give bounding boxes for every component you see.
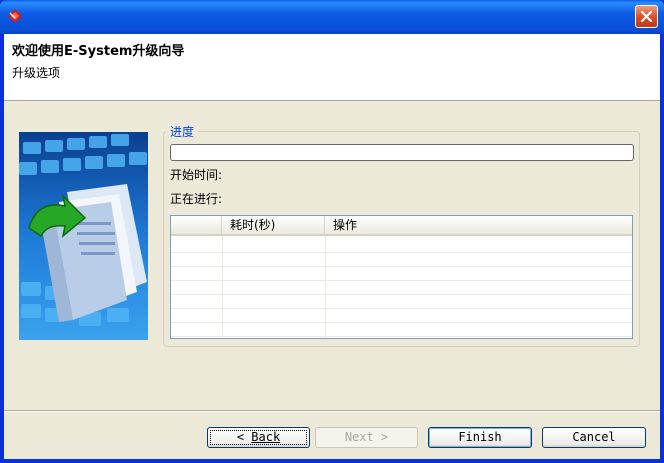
table-header: 耗时(秒) 操作 [171, 216, 632, 236]
keyboard-document-illustration [19, 132, 148, 340]
back-label: < Back [236, 430, 281, 444]
upgrade-progress-bar [170, 144, 634, 161]
grid-line [171, 252, 632, 253]
close-button[interactable] [635, 5, 658, 28]
back-label-text: Back [251, 430, 281, 444]
in-progress-label: 正在进行: [170, 192, 223, 206]
grid-line [171, 308, 632, 309]
button-separator [4, 410, 660, 412]
wizard-window: 欢迎使用E-System升级向导 升级选项 进度 开始时间: 正在进行: 耗时(… [0, 0, 664, 463]
next-label-text: Next [344, 430, 374, 444]
operations-table[interactable]: 耗时(秒) 操作 [170, 215, 633, 339]
page-title: 欢迎使用E-System升级向导 [12, 44, 185, 59]
cancel-button[interactable]: Cancel [542, 427, 646, 448]
back-button[interactable]: < Back [207, 427, 310, 448]
column-header-duration[interactable]: 耗时(秒) [222, 216, 325, 234]
grid-line [171, 266, 632, 267]
finish-label: Finish [458, 430, 502, 444]
finish-button[interactable]: Finish [428, 427, 532, 448]
column-header-operation[interactable]: 操作 [325, 216, 632, 234]
next-button[interactable]: Next > [315, 427, 418, 448]
column-header-index[interactable] [171, 216, 222, 234]
wizard-body: 欢迎使用E-System升级向导 升级选项 进度 开始时间: 正在进行: 耗时(… [4, 34, 660, 459]
cancel-label: Cancel [572, 430, 616, 444]
wizard-illustration [19, 132, 148, 340]
grid-line [171, 336, 632, 337]
grid-line [171, 322, 632, 323]
grid-line [171, 280, 632, 281]
title-bar[interactable] [0, 0, 664, 34]
grid-line [171, 294, 632, 295]
wizard-header: 欢迎使用E-System升级向导 升级选项 [4, 34, 660, 101]
app-logo-icon [8, 9, 22, 23]
next-label: Next > [344, 430, 389, 444]
start-time-label: 开始时间: [170, 168, 223, 182]
page-subtitle: 升级选项 [12, 66, 61, 80]
close-icon [640, 10, 653, 23]
progress-group-label: 进度 [166, 123, 199, 140]
